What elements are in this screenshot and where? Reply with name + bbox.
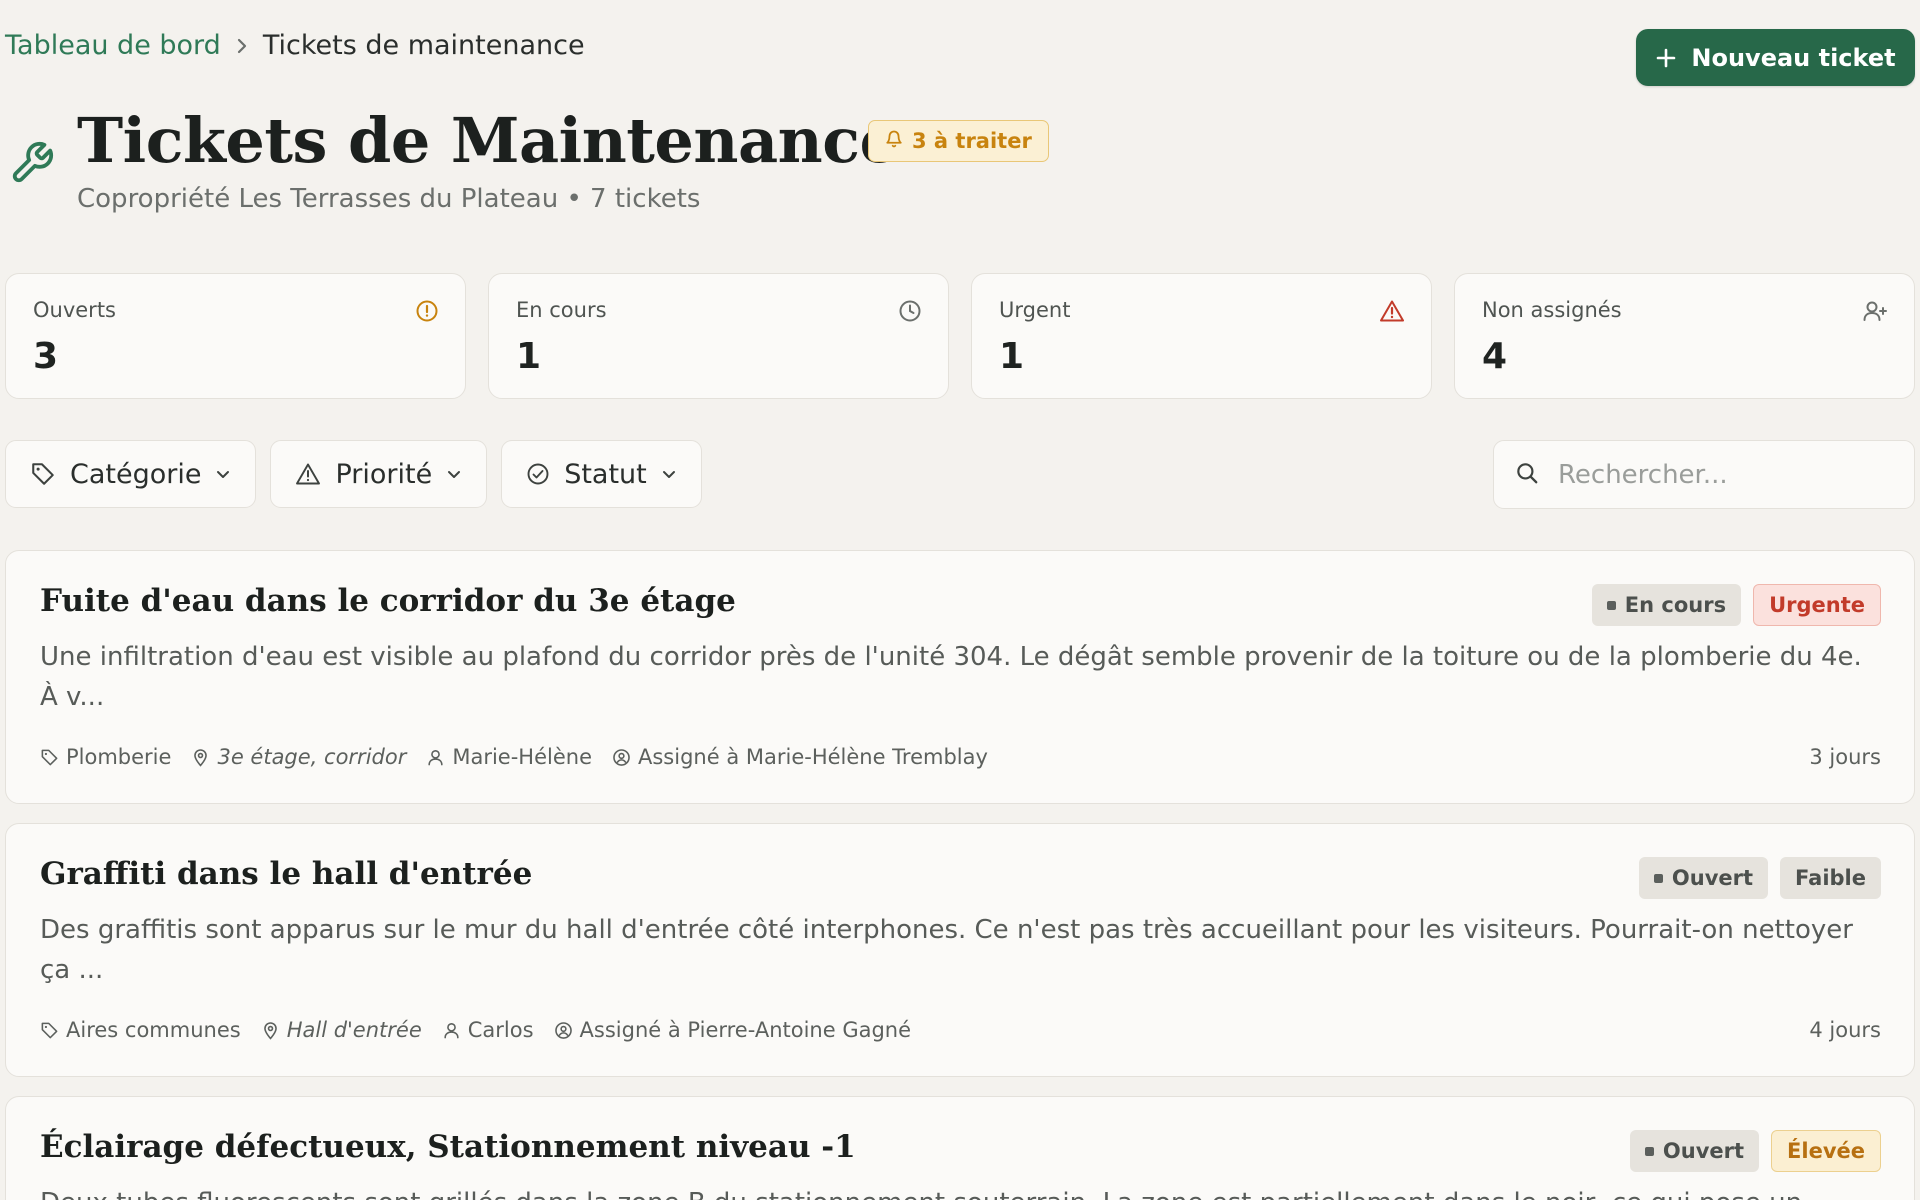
stats-row: Ouverts 3 En cours 1 Urgent 1 Non assign… bbox=[5, 273, 1915, 399]
priority-badge: Faible bbox=[1780, 857, 1881, 899]
stat-card-urgent: Urgent 1 bbox=[971, 273, 1432, 399]
user-icon bbox=[426, 748, 445, 767]
map-pin-icon bbox=[191, 748, 210, 767]
ticket-assignee: Assigné à Marie-Hélène Tremblay bbox=[612, 745, 988, 769]
stat-card-in-progress: En cours 1 bbox=[488, 273, 949, 399]
stat-card-unassigned: Non assignés 4 bbox=[1454, 273, 1915, 399]
ticket-reporter: Carlos bbox=[442, 1018, 534, 1042]
ticket-assignee-label: Assigné à Pierre-Antoine Gagné bbox=[579, 1018, 912, 1042]
user-plus-icon bbox=[1862, 299, 1888, 327]
ticket-age: 3 jours bbox=[1809, 745, 1881, 769]
ticket-meta: Aires communes Hall d'entrée Carlos Assi… bbox=[40, 1018, 911, 1042]
status-badge-label: Ouvert bbox=[1671, 866, 1754, 890]
priority-filter-button[interactable]: Priorité bbox=[270, 440, 488, 508]
ticket-age: 4 jours bbox=[1809, 1018, 1881, 1042]
ticket-badges: Ouvert Élevée bbox=[1629, 1130, 1881, 1172]
stat-value: 3 bbox=[33, 336, 59, 377]
chevron-down-icon bbox=[661, 466, 677, 482]
ticket-category: Plomberie bbox=[40, 745, 171, 769]
ticket-location-label: Hall d'entrée bbox=[286, 1018, 422, 1042]
ticket-location: Hall d'entrée bbox=[261, 1018, 422, 1042]
breadcrumb: Tableau de bord Tickets de maintenance bbox=[5, 30, 585, 61]
tag-icon bbox=[40, 1021, 59, 1040]
user-icon bbox=[442, 1021, 461, 1040]
stat-label: Non assignés bbox=[1482, 298, 1622, 322]
ticket-assignee: Assigné à Pierre-Antoine Gagné bbox=[554, 1018, 912, 1042]
status-badge-label: Ouvert bbox=[1662, 1139, 1745, 1163]
plus-icon bbox=[1655, 47, 1677, 69]
priority-badge: Urgente bbox=[1753, 584, 1881, 626]
ticket-description: Une infiltration d'eau est visible au pl… bbox=[40, 642, 1862, 712]
page-subtitle: Copropriété Les Terrasses du Plateau • 7… bbox=[77, 184, 701, 214]
search-icon bbox=[1514, 460, 1540, 490]
chevron-right-icon bbox=[235, 36, 249, 56]
stat-value: 1 bbox=[516, 336, 542, 377]
status-badge: Ouvert bbox=[1638, 857, 1769, 899]
category-filter-label: Catégorie bbox=[70, 458, 202, 490]
ticket-card[interactable]: Fuite d'eau dans le corridor du 3e étage… bbox=[5, 550, 1915, 804]
ticket-reporter-label: Marie-Hélène bbox=[452, 745, 592, 769]
alert-triangle-icon bbox=[1379, 299, 1405, 327]
user-circle-icon bbox=[554, 1021, 573, 1040]
ticket-card[interactable]: Graffiti dans le hall d'entrée Ouvert Fa… bbox=[5, 823, 1915, 1077]
category-filter-button[interactable]: Catégorie bbox=[5, 440, 257, 508]
chevron-down-icon bbox=[215, 466, 231, 482]
status-badge-label: En cours bbox=[1624, 593, 1727, 617]
status-badge: Ouvert bbox=[1629, 1130, 1760, 1172]
tag-icon bbox=[30, 461, 56, 487]
alert-circle-icon bbox=[415, 299, 439, 327]
search-input[interactable] bbox=[1558, 459, 1878, 490]
ticket-title: Fuite d'eau dans le corridor du 3e étage bbox=[40, 583, 736, 619]
tag-icon bbox=[40, 748, 59, 767]
new-ticket-label: Nouveau ticket bbox=[1691, 43, 1896, 72]
ticket-card[interactable]: Éclairage défectueux, Stationnement nive… bbox=[5, 1096, 1915, 1200]
stat-value: 1 bbox=[999, 336, 1025, 377]
ticket-title: Éclairage défectueux, Stationnement nive… bbox=[40, 1129, 856, 1165]
ticket-reporter-label: Carlos bbox=[467, 1018, 534, 1042]
ticket-reporter: Marie-Hélène bbox=[426, 745, 592, 769]
status-dot-icon bbox=[1606, 600, 1616, 610]
search-box bbox=[1493, 440, 1915, 509]
breadcrumb-home-link[interactable]: Tableau de bord bbox=[5, 30, 221, 61]
stat-label: En cours bbox=[516, 298, 607, 322]
map-pin-icon bbox=[261, 1021, 280, 1040]
chevron-down-icon bbox=[446, 466, 462, 482]
check-circle-icon bbox=[526, 462, 550, 486]
wrench-icon bbox=[9, 140, 55, 190]
ticket-category-label: Aires communes bbox=[66, 1018, 241, 1042]
user-circle-icon bbox=[612, 748, 631, 767]
ticket-badges: Ouvert Faible bbox=[1638, 857, 1881, 899]
stat-card-open: Ouverts 3 bbox=[5, 273, 466, 399]
stat-label: Urgent bbox=[999, 298, 1071, 322]
ticket-category: Aires communes bbox=[40, 1018, 241, 1042]
status-filter-label: Statut bbox=[564, 458, 647, 490]
priority-filter-label: Priorité bbox=[335, 458, 433, 490]
ticket-category-label: Plomberie bbox=[66, 745, 172, 769]
ticket-badges: En cours Urgente bbox=[1591, 584, 1881, 626]
status-dot-icon bbox=[1653, 873, 1663, 883]
priority-badge: Élevée bbox=[1771, 1130, 1881, 1172]
clock-icon bbox=[898, 299, 922, 327]
ticket-description: Deux tubes fluorescents sont grillés dan… bbox=[40, 1183, 1870, 1200]
ticket-meta: Plomberie 3e étage, corridor Marie-Hélèn… bbox=[40, 745, 988, 769]
ticket-title: Graffiti dans le hall d'entrée bbox=[40, 856, 533, 892]
stat-value: 4 bbox=[1482, 336, 1508, 377]
ticket-description: Des graffitis sont apparus sur le mur du… bbox=[40, 915, 1853, 985]
new-ticket-button[interactable]: Nouveau ticket bbox=[1636, 29, 1915, 86]
ticket-assignee-label: Assigné à Marie-Hélène Tremblay bbox=[638, 745, 988, 769]
breadcrumb-current: Tickets de maintenance bbox=[262, 30, 585, 61]
page-title: Tickets de Maintenance bbox=[77, 104, 899, 177]
stat-label: Ouverts bbox=[33, 298, 116, 322]
bell-icon bbox=[885, 129, 903, 153]
status-dot-icon bbox=[1644, 1146, 1654, 1156]
status-badge: En cours bbox=[1591, 584, 1742, 626]
status-filter-button[interactable]: Statut bbox=[501, 440, 702, 508]
ticket-location-label: 3e étage, corridor bbox=[217, 745, 407, 769]
todo-badge-label: 3 à traiter bbox=[912, 129, 1032, 153]
alert-triangle-icon bbox=[295, 462, 321, 486]
ticket-location: 3e étage, corridor bbox=[191, 745, 406, 769]
filter-bar: Catégorie Priorité Statut bbox=[5, 440, 702, 508]
todo-badge: 3 à traiter bbox=[868, 120, 1049, 162]
